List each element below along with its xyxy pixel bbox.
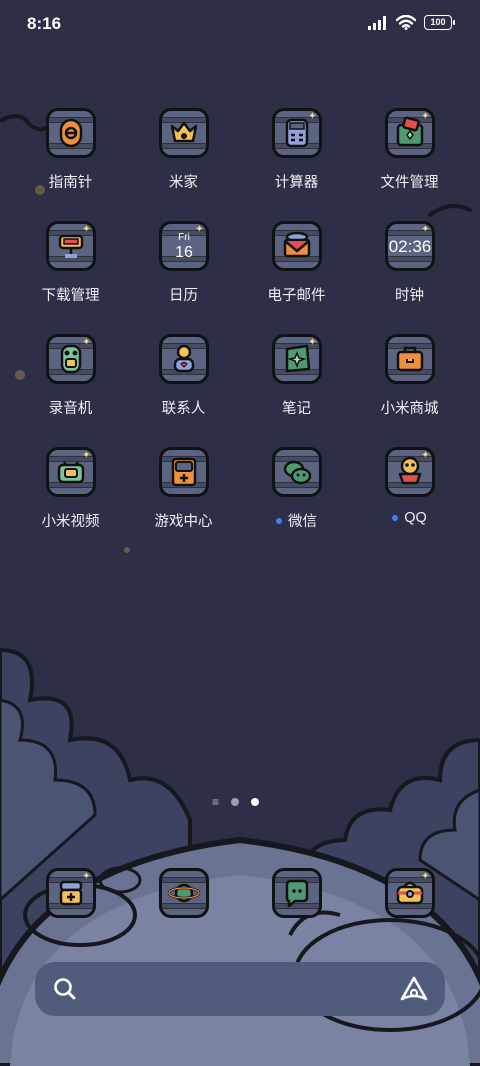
search-icon[interactable] bbox=[52, 976, 78, 1002]
clock-icon: ✦ 02:36 bbox=[384, 221, 435, 271]
search-bar[interactable] bbox=[35, 962, 445, 1016]
app-label: 联系人 bbox=[161, 401, 206, 417]
sparkle-icon: ✦ bbox=[195, 224, 204, 235]
email-icon bbox=[271, 221, 322, 271]
dock-app-messages[interactable] bbox=[240, 868, 353, 924]
sparkle-icon: ✦ bbox=[308, 337, 317, 348]
app-notes[interactable]: ✦ 笔记 bbox=[240, 334, 353, 447]
app-label: 文件管理 bbox=[380, 175, 439, 191]
wifi-icon bbox=[396, 15, 416, 30]
calculator-icon: ✦ bbox=[271, 108, 322, 158]
app-label: 小米视频 bbox=[41, 514, 100, 530]
notification-dot bbox=[392, 515, 399, 521]
app-label: 笔记 bbox=[282, 401, 311, 417]
app-mi-store[interactable]: 小米商城 bbox=[353, 334, 466, 447]
sparkle-icon: ✦ bbox=[421, 871, 430, 882]
dock: ✦ ✦ bbox=[14, 868, 466, 924]
app-label: 微信 bbox=[288, 514, 317, 530]
compass-icon bbox=[45, 108, 96, 158]
app-label: 小米商城 bbox=[380, 401, 439, 417]
app-label: 日历 bbox=[169, 288, 198, 304]
app-qq[interactable]: ✦ QQ bbox=[353, 447, 466, 560]
sparkle-icon: ✦ bbox=[308, 111, 317, 122]
dock-app-camera[interactable]: ✦ bbox=[353, 868, 466, 924]
download-manager-icon: ✦ bbox=[45, 221, 96, 271]
app-mi-video[interactable]: ✦ 小米视频 bbox=[14, 447, 127, 560]
app-calculator[interactable]: ✦ 计算器 bbox=[240, 108, 353, 221]
game-center-icon bbox=[158, 447, 209, 497]
contacts-icon bbox=[158, 334, 209, 384]
assistant-icon[interactable] bbox=[399, 975, 429, 1003]
sparkle-icon: ✦ bbox=[421, 224, 430, 235]
camera-icon: ✦ bbox=[384, 868, 435, 918]
app-grid: 指南针 米家 ✦ 计算器 ✦ 文件管理 ✦ 下载管理 ✦ Fri 16 日历 电… bbox=[14, 108, 466, 560]
browser-planet-icon bbox=[158, 868, 209, 918]
calendar-day: 16 bbox=[175, 244, 193, 261]
clock-time: 02:36 bbox=[388, 237, 431, 256]
app-download-manager[interactable]: ✦ 下载管理 bbox=[14, 221, 127, 334]
app-file-manager[interactable]: ✦ 文件管理 bbox=[353, 108, 466, 221]
calendar-weekday: Fri bbox=[178, 232, 190, 243]
page-dot-2[interactable] bbox=[251, 798, 260, 806]
qq-icon: ✦ bbox=[384, 447, 435, 497]
app-label: 指南针 bbox=[48, 175, 93, 191]
app-label: 米家 bbox=[169, 175, 198, 191]
page-indicator[interactable]: ≡ bbox=[212, 796, 260, 808]
wechat-icon bbox=[271, 447, 322, 497]
sparkle-icon: ✦ bbox=[421, 111, 430, 122]
app-recorder[interactable]: ✦ 录音机 bbox=[14, 334, 127, 447]
sparkle-icon: ✦ bbox=[82, 450, 91, 461]
sparkle-icon: ✦ bbox=[421, 450, 430, 461]
mi-video-icon: ✦ bbox=[45, 447, 96, 497]
notes-icon: ✦ bbox=[271, 334, 322, 384]
app-clock[interactable]: ✦ 02:36 时钟 bbox=[353, 221, 466, 334]
mi-store-icon bbox=[384, 334, 435, 384]
app-game-center[interactable]: 游戏中心 bbox=[127, 447, 240, 560]
sparkle-icon: ✦ bbox=[82, 337, 91, 348]
cellular-signal-icon bbox=[368, 15, 386, 30]
phone-app-icon: ✦ bbox=[45, 868, 96, 918]
status-bar: 8:16 100 bbox=[0, 0, 480, 50]
app-label: 下载管理 bbox=[41, 288, 100, 304]
app-mijia[interactable]: 米家 bbox=[127, 108, 240, 221]
mijia-icon bbox=[158, 108, 209, 158]
app-wechat[interactable]: 微信 bbox=[240, 447, 353, 560]
page-dot-1[interactable] bbox=[231, 798, 240, 806]
dock-app-phone[interactable]: ✦ bbox=[14, 868, 127, 924]
sparkle-icon: ✦ bbox=[82, 871, 91, 882]
battery-indicator: 100 bbox=[424, 15, 455, 30]
app-contacts[interactable]: 联系人 bbox=[127, 334, 240, 447]
app-label: QQ bbox=[404, 510, 427, 526]
file-manager-icon: ✦ bbox=[384, 108, 435, 158]
messages-icon bbox=[271, 868, 322, 918]
status-icons: 100 bbox=[368, 15, 455, 30]
dock-app-browser[interactable] bbox=[127, 868, 240, 924]
app-list-icon[interactable]: ≡ bbox=[212, 796, 219, 808]
app-label: 游戏中心 bbox=[154, 514, 213, 530]
status-time: 8:16 bbox=[27, 14, 62, 33]
app-compass[interactable]: 指南针 bbox=[14, 108, 127, 221]
sparkle-icon: ✦ bbox=[82, 224, 91, 235]
app-email[interactable]: 电子邮件 bbox=[240, 221, 353, 334]
app-calendar[interactable]: ✦ Fri 16 日历 bbox=[127, 221, 240, 334]
calendar-icon: ✦ Fri 16 bbox=[158, 221, 209, 271]
app-label: 计算器 bbox=[274, 175, 319, 191]
app-label: 电子邮件 bbox=[267, 288, 326, 304]
app-label: 录音机 bbox=[48, 401, 93, 417]
app-label: 时钟 bbox=[395, 288, 424, 304]
recorder-icon: ✦ bbox=[45, 334, 96, 384]
notification-dot bbox=[276, 517, 282, 524]
